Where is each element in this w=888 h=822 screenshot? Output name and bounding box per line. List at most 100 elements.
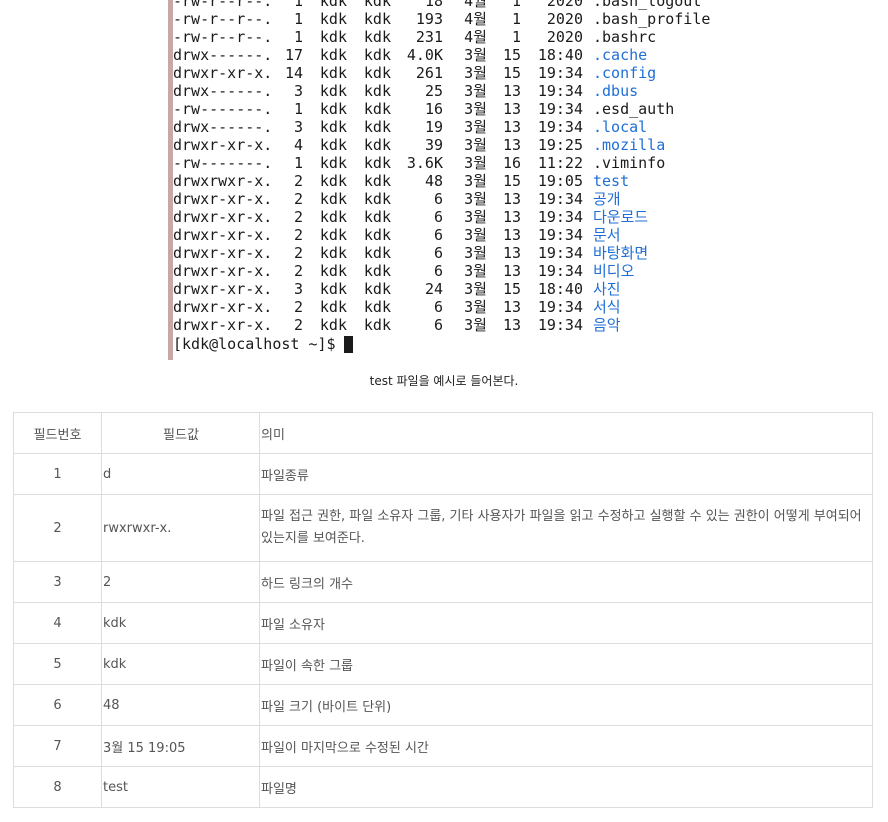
terminal-perm: drwxr-xr-x. xyxy=(173,64,273,82)
terminal-owner: kdk xyxy=(319,298,347,316)
terminal-line: drwxrwxr-x. 2 kdk kdk 48 3월 15 19:05 test xyxy=(173,172,710,190)
caption: test 파일을 예시로 들어본다. xyxy=(369,374,519,388)
terminal-perm: -rw-------. xyxy=(173,100,273,118)
terminal-links: 2 xyxy=(293,316,303,334)
terminal-day: 15 xyxy=(502,46,521,64)
terminal-time: 18:40 xyxy=(537,46,583,64)
terminal-day: 16 xyxy=(502,154,521,172)
terminal-owner: kdk xyxy=(319,172,347,190)
terminal-links: 4 xyxy=(293,136,303,154)
terminal-links: 1 xyxy=(293,100,303,118)
terminal-perm: -rw-r--r--. xyxy=(173,28,273,46)
terminal-owner: kdk xyxy=(319,262,347,280)
terminal-time: 19:34 xyxy=(537,100,583,118)
terminal-month: 3월 xyxy=(464,208,487,226)
terminal-time: 19:34 xyxy=(537,118,583,136)
terminal-links: 2 xyxy=(293,226,303,244)
terminal-perm: drwxrwxr-x. xyxy=(173,172,273,190)
terminal-time: 19:34 xyxy=(537,244,583,262)
terminal-month: 3월 xyxy=(464,262,487,280)
field-value: kdk xyxy=(101,643,260,685)
terminal-cursor xyxy=(343,335,353,353)
terminal-group: kdk xyxy=(363,28,391,46)
terminal-owner: kdk xyxy=(319,136,347,154)
terminal-time: 19:34 xyxy=(537,316,583,334)
terminal-line: drwx------. 3 kdk kdk 19 3월 13 19:34 .local xyxy=(173,118,710,136)
terminal-month: 3월 xyxy=(464,82,487,100)
terminal-month: 3월 xyxy=(464,172,487,190)
terminal-day: 15 xyxy=(502,172,521,190)
table-row: 2 rwxrwxr-x. 파일 접근 권한, 파일 소유자 그룹, 기타 사용자… xyxy=(13,494,873,562)
terminal-line: drwxr-xr-x. 2 kdk kdk 6 3월 13 19:34 바탕화면 xyxy=(173,244,710,262)
terminal-time: 19:34 xyxy=(537,298,583,316)
terminal-line: drwxr-xr-x. 3 kdk kdk 24 3월 15 18:40 사진 xyxy=(173,280,710,298)
terminal-group: kdk xyxy=(363,82,391,100)
terminal-month: 3월 xyxy=(464,190,487,208)
terminal-day: 15 xyxy=(502,280,521,298)
terminal-line: -rw-r--r--. 1 kdk kdk 18 4월 1 2020 .bash_logout xyxy=(173,0,710,10)
terminal-perm: drwx------. xyxy=(173,46,273,64)
field-value: 3월 15 19:05 xyxy=(101,725,260,767)
terminal-size: 39 xyxy=(424,136,443,154)
terminal-day: 13 xyxy=(502,118,521,136)
table-row: 1 d 파일종류 xyxy=(13,453,873,495)
field-number: 5 xyxy=(13,643,102,685)
terminal-links: 1 xyxy=(293,10,303,28)
terminal-links: 1 xyxy=(293,154,303,172)
terminal-group: kdk xyxy=(363,10,391,28)
field-value: 48 xyxy=(101,684,260,726)
terminal-group: kdk xyxy=(363,118,391,136)
ls-output: -rw-r--r--. 1 kdk kdk 18 4월 1 2020 .bash_logout -… xyxy=(173,0,710,354)
terminal-links: 2 xyxy=(293,244,303,262)
terminal-filename: 비디오 xyxy=(593,262,635,280)
terminal-size: 3.6K xyxy=(406,154,443,172)
terminal-perm: drwxr-xr-x. xyxy=(173,226,273,244)
terminal-time: 19:34 xyxy=(537,226,583,244)
terminal-owner: kdk xyxy=(319,0,347,10)
terminal-perm: drwxr-xr-x. xyxy=(173,244,273,262)
terminal-links: 2 xyxy=(293,262,303,280)
terminal-day: 13 xyxy=(502,100,521,118)
field-table: 필드번호 필드값 의미 1 d 파일종류 2 rwxrwxr-x. 파일 접근 … xyxy=(13,412,873,808)
terminal-perm: drwxr-xr-x. xyxy=(173,280,273,298)
terminal-group: kdk xyxy=(363,100,391,118)
terminal-owner: kdk xyxy=(319,64,347,82)
terminal-line: drwxr-xr-x. 2 kdk kdk 6 3월 13 19:34 서식 xyxy=(173,298,710,316)
terminal-perm: -rw-r--r--. xyxy=(173,10,273,28)
terminal-time: 19:34 xyxy=(537,190,583,208)
terminal-month: 3월 xyxy=(464,154,487,172)
field-number: 1 xyxy=(13,453,102,495)
field-meaning: 파일 접근 권한, 파일 소유자 그룹, 기타 사용자가 파일을 읽고 수정하고… xyxy=(259,494,873,562)
field-number: 8 xyxy=(13,766,102,808)
terminal-links: 3 xyxy=(293,118,303,136)
terminal-line: drwx------. 17 kdk kdk 4.0K 3월 15 18:40 .cache xyxy=(173,46,710,64)
terminal-perm: drwxr-xr-x. xyxy=(173,262,273,280)
field-number: 2 xyxy=(13,494,102,562)
terminal-line: drwxr-xr-x. 2 kdk kdk 6 3월 13 19:34 비디오 xyxy=(173,262,710,280)
terminal-size: 6 xyxy=(433,244,443,262)
terminal-links: 3 xyxy=(293,280,303,298)
terminal-owner: kdk xyxy=(319,46,347,64)
terminal-size: 48 xyxy=(424,172,443,190)
terminal-group: kdk xyxy=(363,316,391,334)
terminal-filename: 다운로드 xyxy=(593,208,649,226)
field-value: d xyxy=(101,453,260,495)
terminal-owner: kdk xyxy=(319,100,347,118)
terminal-size: 19 xyxy=(424,118,443,136)
terminal-owner: kdk xyxy=(319,226,347,244)
terminal-day: 13 xyxy=(502,190,521,208)
terminal-filename: .cache xyxy=(593,46,648,64)
terminal-size: 261 xyxy=(415,64,443,82)
terminal-filename: 사진 xyxy=(593,280,621,298)
terminal-group: kdk xyxy=(363,298,391,316)
field-number: 4 xyxy=(13,602,102,644)
field-meaning: 하드 링크의 개수 xyxy=(259,561,873,603)
field-number: 7 xyxy=(13,725,102,767)
terminal-size: 24 xyxy=(424,280,443,298)
terminal-size: 25 xyxy=(424,82,443,100)
terminal-filename: .bash_profile xyxy=(593,10,711,28)
terminal-owner: kdk xyxy=(319,10,347,28)
terminal-links: 1 xyxy=(293,0,303,10)
terminal-group: kdk xyxy=(363,190,391,208)
terminal-filename: .bashrc xyxy=(593,28,657,46)
